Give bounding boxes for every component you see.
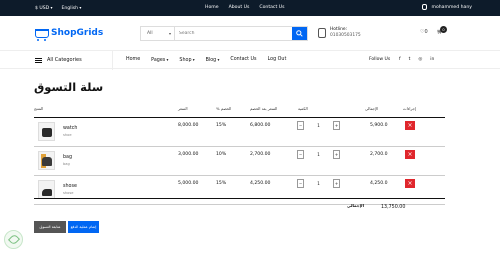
- product-name[interactable]: bag: [63, 155, 72, 160]
- increase-button[interactable]: +: [333, 121, 340, 130]
- follow-us-label: Follow Us: [369, 57, 391, 62]
- cart-totals: الإجمالي 13,750.00: [34, 198, 445, 213]
- search-category-select[interactable]: All: [141, 27, 175, 40]
- top-bar: $ USD English Home About Us Contact Us m…: [0, 0, 500, 16]
- currency-select[interactable]: $ USD: [35, 5, 52, 11]
- header-discount: % الخصم: [216, 106, 232, 111]
- search-button[interactable]: [292, 27, 307, 40]
- top-link-contact[interactable]: Contact Us: [259, 5, 284, 10]
- hotline: Hotline: 01030503175: [318, 27, 361, 38]
- product-name[interactable]: shose: [63, 184, 77, 189]
- header-actions: إجراءات: [403, 106, 416, 111]
- remove-item-button[interactable]: ×: [405, 121, 415, 130]
- language-select[interactable]: English: [61, 5, 81, 11]
- product-image[interactable]: [38, 122, 55, 141]
- divider: [112, 51, 113, 70]
- subtotal: 5,900.0: [370, 123, 388, 128]
- remove-item-button[interactable]: ×: [405, 150, 415, 159]
- leaf-icon: [7, 233, 20, 246]
- close-icon: ×: [407, 180, 413, 187]
- logo[interactable]: ShopGrids: [35, 28, 104, 41]
- facebook-icon[interactable]: f: [399, 57, 401, 62]
- all-categories-label: All Categories: [47, 57, 82, 63]
- page-title: سلة التسوق: [34, 80, 104, 94]
- product-name[interactable]: watch: [63, 126, 77, 131]
- user-name[interactable]: mohammed hany: [431, 5, 472, 10]
- total-value: 13,750.00: [381, 205, 406, 210]
- top-link-about[interactable]: About Us: [229, 5, 250, 10]
- menu-icon: [35, 57, 42, 63]
- instagram-icon[interactable]: ◎: [418, 57, 422, 62]
- logo-cart-icon: [35, 28, 49, 41]
- price-after-discount: 4,250.00: [250, 181, 271, 186]
- nav-shop[interactable]: Shop: [179, 57, 194, 63]
- logo-text: ShopGrids: [51, 28, 104, 38]
- cart-count-badge: 0: [440, 26, 447, 33]
- discount: 15%: [216, 123, 227, 128]
- product-image[interactable]: [38, 180, 55, 199]
- price-after-discount: 6,800.00: [250, 123, 271, 128]
- header-price-after: السعر بعد الخصم: [250, 106, 278, 111]
- decrease-button[interactable]: −: [297, 179, 304, 188]
- nav-home[interactable]: Home: [126, 57, 140, 63]
- close-icon: ×: [407, 122, 413, 129]
- quantity-value[interactable]: 1: [304, 121, 333, 130]
- quantity-stepper: − 1 +: [297, 150, 340, 159]
- subtotal: 2,700.0: [370, 152, 388, 157]
- header-quantity: الكمية: [298, 106, 308, 111]
- increase-button[interactable]: +: [333, 150, 340, 159]
- quantity-value[interactable]: 1: [304, 150, 333, 159]
- cart-table-header: المنتج السعر % الخصم السعر بعد الخصم الك…: [34, 103, 445, 118]
- discount: 15%: [216, 181, 227, 186]
- price: 8,000.00: [178, 123, 199, 128]
- twitter-icon[interactable]: t: [409, 57, 411, 62]
- all-categories-button[interactable]: All Categories: [35, 57, 82, 63]
- phone-icon: [318, 27, 326, 38]
- price-after-discount: 2,700.00: [250, 152, 271, 157]
- table-row: watch shoe 8,000.00 15% 6,800.00 − 1 + 5…: [34, 118, 445, 147]
- product-image[interactable]: [38, 151, 55, 170]
- top-link-home[interactable]: Home: [205, 5, 219, 10]
- checkout-button[interactable]: إتمام عملية الدفع: [68, 221, 99, 233]
- linkedin-icon[interactable]: in: [430, 57, 434, 62]
- header-product: المنتج: [34, 106, 44, 111]
- product-category: shoe: [63, 133, 72, 137]
- wishlist-button[interactable]: ♡0: [420, 29, 428, 35]
- price: 5,000.00: [178, 181, 199, 186]
- close-icon: ×: [407, 151, 413, 158]
- product-category: bag: [63, 162, 70, 166]
- table-row: bag bag 3,000.00 10% 2,700.00 − 1 + 2,70…: [34, 147, 445, 176]
- continue-shopping-button[interactable]: متابعة التسوق: [34, 221, 66, 233]
- quantity-stepper: − 1 +: [297, 179, 340, 188]
- discount: 10%: [216, 152, 227, 157]
- subtotal: 4,250.0: [370, 181, 388, 186]
- nav-logout[interactable]: Log Out: [268, 57, 287, 63]
- floating-widget-button[interactable]: [4, 230, 23, 249]
- header-price: السعر: [178, 106, 188, 111]
- user-icon: [422, 4, 428, 10]
- increase-button[interactable]: +: [333, 179, 340, 188]
- search-bar: All: [140, 26, 308, 41]
- product-category: shose: [63, 191, 74, 195]
- main-header: ShopGrids All Hotline: 01030503175 ♡0 🛒︎…: [0, 16, 500, 50]
- nav-blog[interactable]: Blog: [206, 57, 220, 63]
- decrease-button[interactable]: −: [297, 121, 304, 130]
- quantity-stepper: − 1 +: [297, 121, 340, 130]
- hotline-number: 01030503175: [330, 33, 361, 38]
- nav-bar: All Categories Home Pages Shop Blog Cont…: [0, 50, 500, 70]
- total-label: الإجمالي: [347, 203, 364, 208]
- search-input[interactable]: [175, 27, 292, 40]
- search-icon: [296, 30, 303, 37]
- price: 3,000.00: [178, 152, 199, 157]
- quantity-value[interactable]: 1: [304, 179, 333, 188]
- nav-pages[interactable]: Pages: [151, 57, 168, 63]
- nav-contact[interactable]: Contact Us: [230, 57, 256, 63]
- remove-item-button[interactable]: ×: [405, 179, 415, 188]
- wishlist-count: 0: [424, 29, 428, 35]
- decrease-button[interactable]: −: [297, 150, 304, 159]
- header-subtotal: الإجمالي: [365, 106, 379, 111]
